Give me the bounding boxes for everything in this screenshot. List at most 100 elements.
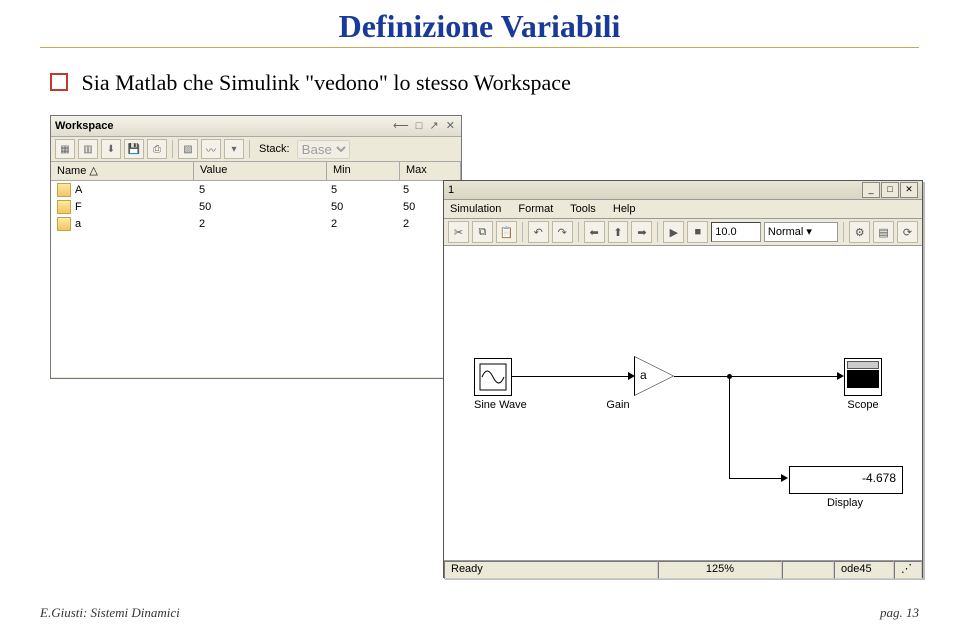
arrow-icon <box>781 474 788 482</box>
new-var-icon[interactable]: ▦ <box>55 139 75 159</box>
cut-icon[interactable]: ✂ <box>448 221 469 243</box>
maximize-icon[interactable]: □ <box>881 182 899 198</box>
display-label: Display <box>789 497 901 509</box>
col-name[interactable]: Name △ <box>51 162 194 180</box>
nav-back-icon[interactable]: ⬅ <box>584 221 605 243</box>
simulink-canvas[interactable]: Sine Wave a Gain Scope -4.678 Display <box>444 246 922 561</box>
target-icon[interactable]: ▤ <box>873 221 894 243</box>
scope-block[interactable]: Scope <box>844 358 882 411</box>
gain-label: Gain <box>598 399 638 411</box>
divider <box>40 47 919 48</box>
stop-time-field[interactable]: 10.0 <box>711 222 761 242</box>
delete-icon[interactable]: ▧ <box>178 139 198 159</box>
separator <box>843 222 844 242</box>
separator <box>522 222 523 242</box>
workspace-titlebar: Workspace ⟵ □ ↗ ✕ <box>51 116 461 137</box>
signal-wire <box>512 376 632 377</box>
window-controls: _ □ ✕ <box>861 182 918 198</box>
var-value: 2 <box>193 218 325 230</box>
arrow-icon <box>628 372 635 380</box>
table-row[interactable]: a 2 2 2 <box>51 215 461 232</box>
workspace-toolbar: ▦ ▥ ⬇ 💾 ⎙ ▧ 〰 ▾ Stack: Base <box>51 137 461 162</box>
variable-icon <box>57 200 71 214</box>
resize-grip-icon[interactable]: ⋰ <box>894 561 922 579</box>
var-min: 5 <box>325 184 397 196</box>
footer-right: pag. 13 <box>880 605 919 621</box>
var-min: 50 <box>325 201 397 213</box>
menu-simulation[interactable]: Simulation <box>450 203 501 215</box>
simulink-window: 1 _ □ ✕ Simulation Format Tools Help ✂ ⧉… <box>443 180 923 578</box>
undo-icon[interactable]: ↶ <box>528 221 549 243</box>
close-icon[interactable]: ✕ <box>900 182 918 198</box>
var-value: 5 <box>193 184 325 196</box>
separator <box>249 140 250 158</box>
status-blank <box>782 561 834 579</box>
sine-wave-block[interactable]: Sine Wave <box>474 358 527 411</box>
col-max[interactable]: Max <box>400 162 461 180</box>
stack-label: Stack: <box>259 143 290 155</box>
var-name: a <box>75 218 81 230</box>
refresh-icon[interactable]: ⟳ <box>897 221 918 243</box>
plot-dropdown-icon[interactable]: ▾ <box>224 139 244 159</box>
workspace-panel: Workspace ⟵ □ ↗ ✕ ▦ ▥ ⬇ 💾 ⎙ ▧ 〰 ▾ Stack:… <box>50 115 462 379</box>
menu-tools[interactable]: Tools <box>570 203 596 215</box>
simulink-title: 1 <box>448 184 454 196</box>
play-icon[interactable]: ▶ <box>663 221 684 243</box>
menu-format[interactable]: Format <box>518 203 553 215</box>
sine-wave-label: Sine Wave <box>474 399 527 411</box>
scope-label: Scope <box>844 399 882 411</box>
stop-icon[interactable]: ■ <box>687 221 708 243</box>
variable-icon <box>57 183 71 197</box>
var-name: A <box>75 184 82 196</box>
col-value[interactable]: Value <box>194 162 327 180</box>
print-icon[interactable]: ⎙ <box>147 139 167 159</box>
col-min[interactable]: Min <box>327 162 400 180</box>
status-bar: Ready 125% ode45 ⋰ <box>444 561 922 579</box>
sine-icon <box>478 362 508 392</box>
stack-select[interactable]: Base <box>297 140 350 159</box>
build-icon[interactable]: ⚙ <box>849 221 870 243</box>
status-ready: Ready <box>444 561 658 579</box>
import-icon[interactable]: ⬇ <box>101 139 121 159</box>
minimize-icon[interactable]: _ <box>862 182 880 198</box>
gain-block[interactable]: a Gain <box>634 356 674 411</box>
redo-icon[interactable]: ↷ <box>552 221 573 243</box>
simulink-toolbar: ✂ ⧉ 📋 ↶ ↷ ⬅ ⬆ ➡ ▶ ■ 10.0 Normal ▾ ⚙ ▤ ⟳ <box>444 219 922 246</box>
signal-wire <box>729 478 784 479</box>
menu-help[interactable]: Help <box>613 203 636 215</box>
nav-fwd-icon[interactable]: ➡ <box>631 221 652 243</box>
var-min: 2 <box>325 218 397 230</box>
copy-icon[interactable]: ⧉ <box>472 221 493 243</box>
arrow-icon <box>837 372 844 380</box>
status-zoom: 125% <box>658 561 782 579</box>
page-title: Definizione Variabili <box>0 0 959 45</box>
simulink-titlebar: 1 _ □ ✕ <box>444 181 922 200</box>
paste-icon[interactable]: 📋 <box>496 221 517 243</box>
display-block[interactable]: -4.678 Display <box>789 466 903 509</box>
separator <box>578 222 579 242</box>
workspace-body: A 5 5 5 F 50 50 50 a 2 2 2 <box>51 181 461 377</box>
save-icon[interactable]: 💾 <box>124 139 144 159</box>
separator <box>657 222 658 242</box>
table-row[interactable]: A 5 5 5 <box>51 181 461 198</box>
status-solver: ode45 <box>834 561 894 579</box>
nav-up-icon[interactable]: ⬆ <box>608 221 629 243</box>
footer: E.Giusti: Sistemi Dinamici pag. 13 <box>40 605 919 621</box>
workspace-header: Name △ Value Min Max <box>51 162 461 181</box>
variable-icon <box>57 217 71 231</box>
var-value: 50 <box>193 201 325 213</box>
open-var-icon[interactable]: ▥ <box>78 139 98 159</box>
separator <box>172 140 173 158</box>
bullet-line: Sia Matlab che Simulink "vedono" lo stes… <box>50 70 959 96</box>
bullet-icon <box>50 73 68 91</box>
display-value: -4.678 <box>789 466 903 494</box>
table-row[interactable]: F 50 50 50 <box>51 198 461 215</box>
var-name: F <box>75 201 82 213</box>
signal-wire <box>674 376 840 377</box>
mode-select[interactable]: Normal ▾ <box>764 222 838 242</box>
workspace-sys-buttons[interactable]: ⟵ □ ↗ ✕ <box>393 116 457 136</box>
footer-left: E.Giusti: Sistemi Dinamici <box>40 605 180 621</box>
bullet-text: Sia Matlab che Simulink "vedono" lo stes… <box>82 70 571 95</box>
gain-param: a <box>640 368 647 382</box>
plot-icon[interactable]: 〰 <box>201 139 221 159</box>
